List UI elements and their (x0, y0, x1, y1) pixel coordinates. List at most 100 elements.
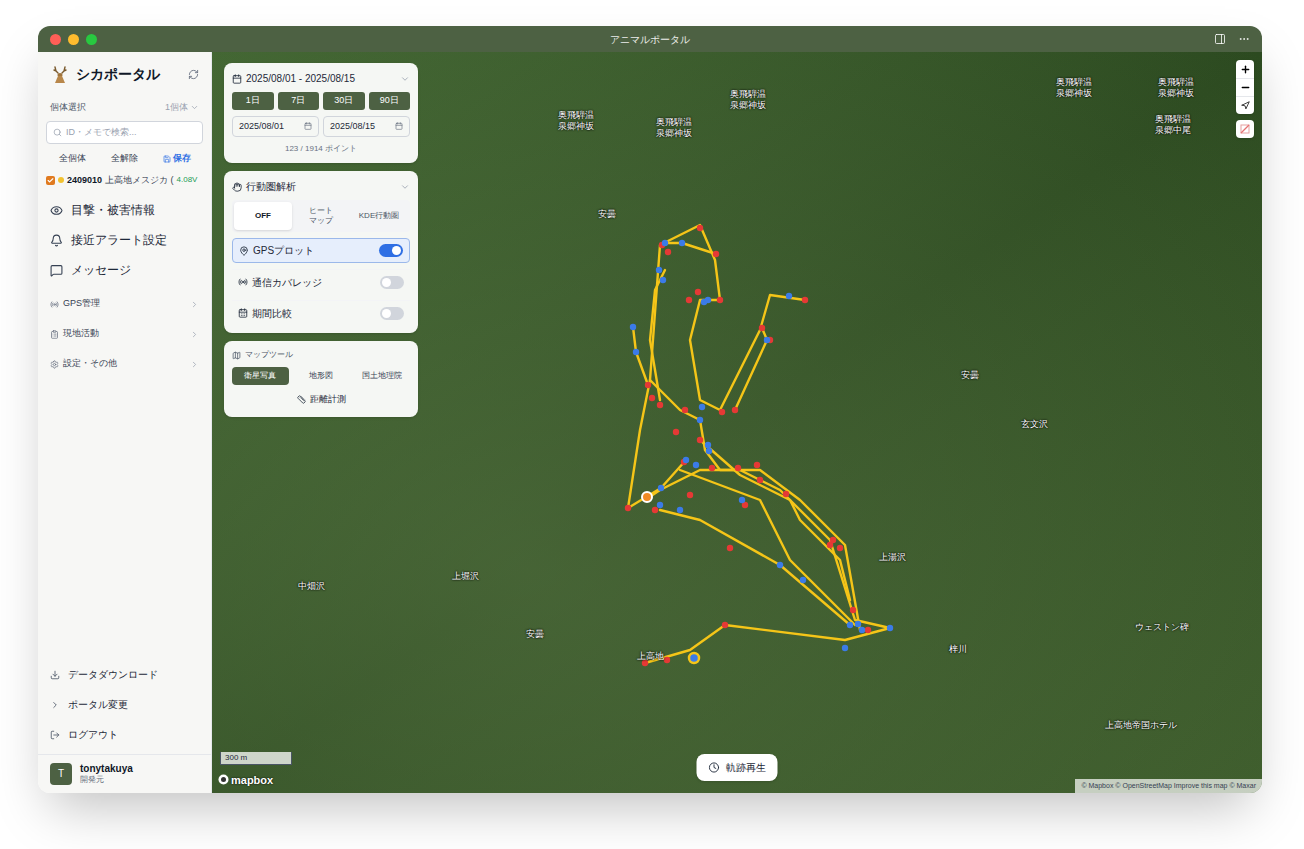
search-field[interactable]: ID・メモで検索... (46, 121, 203, 145)
preset-button[interactable]: 90日 (369, 92, 411, 110)
preset-button[interactable]: 1日 (232, 92, 274, 110)
toggle-switch[interactable] (379, 244, 403, 257)
map-label: 奥飛騨温 泉郷神坂 (730, 89, 766, 112)
map-attribution: © Mapbox © OpenStreetMap Improve this ma… (1075, 779, 1262, 794)
ruler-icon (297, 395, 306, 404)
calendar-icon (304, 122, 312, 130)
title-bar: アニマルポータル (38, 26, 1262, 52)
calendar-icon (395, 122, 403, 130)
chevron-down-icon (400, 74, 410, 84)
zoom-out-button[interactable] (1236, 78, 1254, 96)
close-button[interactable] (50, 34, 61, 45)
date-input[interactable]: 2025/08/01 (232, 116, 319, 138)
sidebar-footer: データダウンロードポータル変更ログアウト (38, 660, 211, 754)
nav-subitem[interactable]: 現地活動 (50, 319, 199, 349)
save-icon (163, 155, 171, 163)
slash-icon (1240, 124, 1250, 134)
nav-item[interactable]: メッセージ (50, 255, 199, 285)
pin-icon (239, 246, 249, 256)
toggle-row[interactable]: 期間比較 (232, 300, 410, 325)
animal-row[interactable]: 2409010上高地メスジカ (4.08V (46, 174, 203, 188)
desktop: アニマルポータルシカポータル個体選択1個体ID・メモで検索...全個体全解除保存… (0, 0, 1304, 849)
sidebar: シカポータル個体選択1個体ID・メモで検索...全個体全解除保存2409010上… (38, 52, 212, 793)
settings-icon (50, 360, 59, 369)
zoom-controls (1236, 60, 1254, 114)
mode-option[interactable]: KDE行動圏 (350, 202, 408, 230)
minus-icon (1240, 82, 1251, 93)
map[interactable]: 奥飛騨温 泉郷神坂奥飛騨温 泉郷神坂奥飛騨温 泉郷神坂奥飛騨温 泉郷神坂奥飛騨温… (212, 52, 1262, 793)
minimize-button[interactable] (68, 34, 79, 45)
calendar-icon (238, 308, 248, 318)
playback-button[interactable]: 軌跡再生 (697, 754, 778, 781)
window-body: シカポータル個体選択1個体ID・メモで検索...全個体全解除保存2409010上… (38, 52, 1262, 793)
chevron-right-icon (190, 300, 199, 309)
check-icon (47, 177, 54, 184)
search-icon (53, 128, 62, 137)
mode-option[interactable]: ヒート マップ (292, 202, 350, 230)
action-button[interactable]: 全解除 (98, 150, 150, 168)
layer-option[interactable]: 衛星写真 (232, 367, 289, 385)
window-title: アニマルポータル (610, 32, 690, 47)
nav-item[interactable]: 目撃・被害情報 (50, 195, 199, 225)
message-icon (50, 264, 63, 277)
date-input[interactable]: 2025/08/15 (323, 116, 410, 138)
clock-icon (709, 762, 720, 773)
battery-voltage: 4.08V (177, 174, 198, 186)
footer-item[interactable]: ポータル変更 (50, 690, 199, 720)
analysis-header[interactable]: 行動圏解析 (232, 179, 410, 194)
nav-subitem[interactable]: GPS管理 (50, 289, 199, 319)
point-count: 123 / 1914 ポイント (232, 143, 410, 155)
map-label: 奥飛騨温 泉郷神坂 (1158, 77, 1194, 100)
map-tools-panel: マップツール衛星写真地形図国土地理院距離計測 (224, 341, 418, 417)
map-label: ウェストン碑 (1135, 622, 1189, 633)
app-window: アニマルポータルシカポータル個体選択1個体ID・メモで検索...全個体全解除保存… (38, 26, 1262, 793)
map-label: 上高地 (637, 651, 664, 662)
measure-button[interactable]: 距離計測 (232, 391, 410, 409)
date-range-header[interactable]: 2025/08/01 - 2025/08/15 (232, 71, 410, 86)
sidebar-nav: 目撃・被害情報接近アラート設定メッセージ GPS管理現地活動設定・その他 (38, 187, 211, 379)
zoom-in-button[interactable] (1236, 60, 1254, 78)
toggle-knob (392, 246, 401, 255)
toggle-switch[interactable] (380, 307, 404, 320)
user-row[interactable]: Ttonytakuya開発元 (38, 754, 211, 794)
deer-logo-icon (50, 65, 70, 85)
chevron-down-icon (400, 182, 410, 192)
action-button[interactable]: 全個体 (46, 150, 98, 168)
app-logo: シカポータル (76, 64, 160, 85)
map-label: 安曇 (598, 209, 616, 220)
save-button[interactable]: 保存 (151, 150, 203, 168)
more-icon[interactable] (1238, 33, 1250, 45)
preset-button[interactable]: 30日 (323, 92, 365, 110)
map-icon (232, 351, 241, 360)
chevron-down-icon[interactable] (190, 103, 199, 112)
toggle-switch[interactable] (380, 276, 404, 289)
mode-option[interactable]: OFF (234, 202, 292, 230)
chevron-icon (50, 700, 60, 710)
clipboard-icon (50, 330, 59, 339)
map-label: 安曇 (961, 370, 979, 381)
map-label: 梓川 (949, 644, 967, 655)
layer-toggle-button[interactable] (1236, 120, 1254, 138)
nav-subitem[interactable]: 設定・その他 (50, 349, 199, 379)
calendar-icon (232, 74, 242, 84)
toggle-knob (382, 278, 391, 287)
refresh-icon[interactable] (188, 69, 199, 80)
bell-icon (50, 234, 63, 247)
nav-item[interactable]: 接近アラート設定 (50, 225, 199, 255)
download-icon (50, 670, 60, 680)
layer-option[interactable]: 地形図 (293, 367, 350, 385)
map-label: 奥飛騨温 泉郷神坂 (656, 117, 692, 140)
toggle-row[interactable]: 通信カバレッジ (232, 269, 410, 294)
map-label: 奥飛騨温 泉郷神坂 (558, 110, 594, 133)
layer-option[interactable]: 国土地理院 (353, 367, 410, 385)
panel-icon[interactable] (1214, 33, 1226, 45)
map-label: 上高地帝国ホテル (1105, 720, 1177, 731)
toggle-row[interactable]: GPSプロット (232, 238, 410, 263)
toggle-knob (382, 309, 391, 318)
animal-checkbox[interactable] (46, 176, 55, 185)
footer-item[interactable]: ログアウト (50, 720, 199, 750)
preset-button[interactable]: 7日 (278, 92, 320, 110)
footer-item[interactable]: データダウンロード (50, 660, 199, 690)
compass-button[interactable] (1236, 96, 1254, 114)
zoom-button[interactable] (86, 34, 97, 45)
